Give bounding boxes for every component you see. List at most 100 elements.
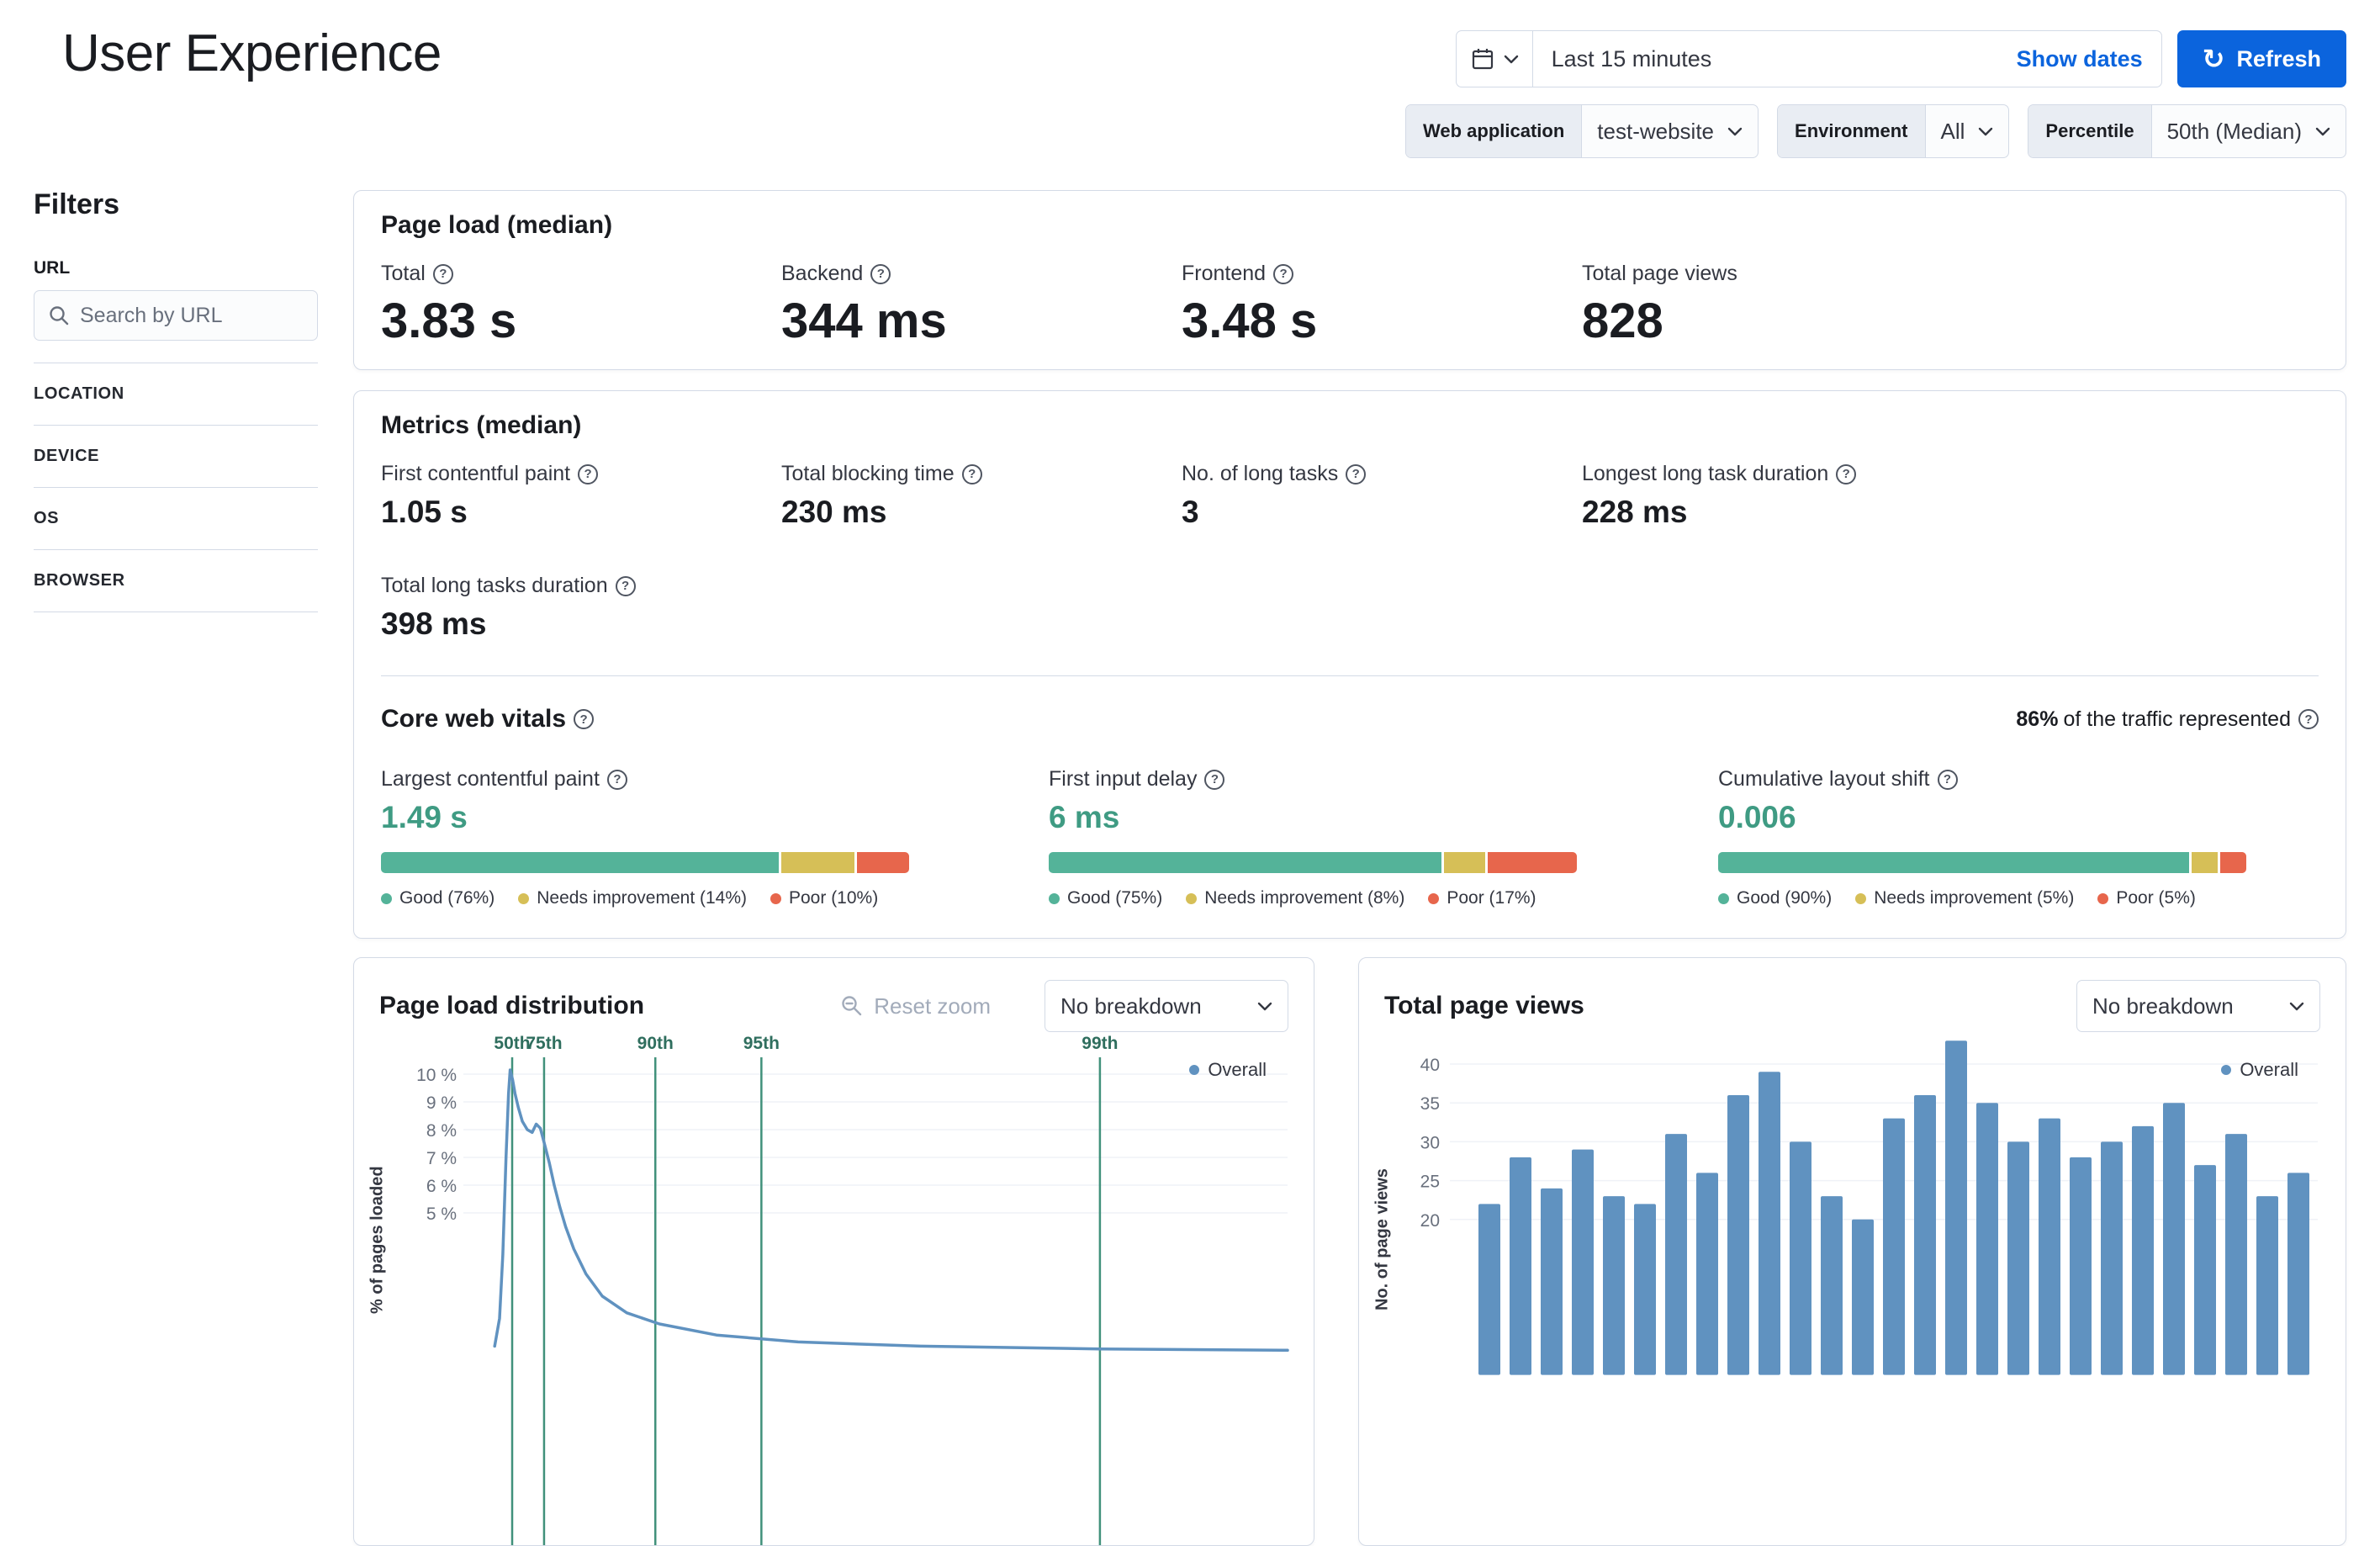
traffic-represented-note: 86% of the traffic represented ?	[2016, 707, 2319, 732]
global-filters-bar: Web application test-website Environment…	[1405, 104, 2346, 158]
vital-distribution-bar	[1049, 852, 1577, 873]
metric-value: 3.83 s	[381, 294, 517, 348]
web-application-label: Web application	[1406, 105, 1583, 157]
info-icon[interactable]: ?	[615, 575, 636, 596]
metric-label: Total blocking time	[781, 462, 955, 485]
super-date-picker: Last 15 minutes Show dates	[1455, 30, 2162, 87]
metrics-panel-title: Metrics (median)	[381, 411, 582, 439]
svg-text:9 %: 9 %	[426, 1093, 457, 1113]
time-range-value[interactable]: Last 15 minutes	[1533, 46, 1998, 72]
metric-label: Backend	[781, 262, 864, 285]
metric-value: 230 ms	[781, 495, 887, 529]
legend-needs-improvement: Needs improvement (5%)	[1855, 888, 2074, 908]
svg-text:30: 30	[1420, 1133, 1440, 1152]
environment-value: All	[1940, 118, 1965, 144]
percentile-label: Percentile	[2028, 105, 2152, 157]
breakdown-select[interactable]: No breakdown	[1045, 980, 1288, 1032]
vital-lcp: Largest contentful paint? 1.49 s Good (7…	[381, 767, 1049, 908]
chart-legend[interactable]: Overall	[1189, 1059, 1267, 1081]
info-icon[interactable]: ?	[2298, 709, 2319, 729]
refresh-icon: ↻	[2202, 44, 2225, 74]
date-picker-toolbar: Last 15 minutes Show dates ↻ Refresh	[1455, 30, 2346, 87]
search-input[interactable]	[80, 303, 304, 328]
quick-select-button[interactable]	[1457, 31, 1533, 87]
chart-legend[interactable]: Overall	[2221, 1059, 2298, 1081]
svg-text:10 %: 10 %	[416, 1066, 457, 1085]
svg-text:90th: 90th	[637, 1035, 674, 1053]
calendar-icon	[1472, 49, 1493, 70]
info-icon[interactable]: ?	[574, 709, 595, 729]
legend-needs-improvement: Needs improvement (8%)	[1186, 888, 1404, 908]
sidebar-item-os[interactable]: OS	[34, 488, 318, 550]
svg-text:40: 40	[1420, 1056, 1440, 1075]
show-dates-button[interactable]: Show dates	[1998, 46, 2161, 72]
metric-fcp: First contentful paint? 1.05 s	[381, 462, 781, 530]
y-axis-label: % of pages loaded	[368, 1166, 387, 1314]
legend-good: Good (75%)	[1049, 888, 1162, 908]
vital-label: Cumulative layout shift	[1718, 767, 1930, 791]
core-web-vitals-title: Core web vitals ?	[381, 705, 595, 733]
info-icon[interactable]: ?	[1204, 769, 1225, 790]
page-load-distribution-chart[interactable]: 10 % 9 % 8 % 7 % 6 % 5 % 50th75th 90th 95th 99th	[379, 1035, 1290, 1546]
filter-sections: LOCATION DEVICE OS BROWSER	[34, 363, 318, 612]
page-title: User Experience	[62, 24, 442, 82]
metric-value: 3.48 s	[1182, 294, 1318, 348]
metric-value: 398 ms	[381, 606, 487, 641]
divider	[381, 675, 2319, 676]
info-icon[interactable]: ?	[961, 463, 982, 484]
total-page-views-panel: Total page views No breakdown 40 35 30 25 20…	[1358, 957, 2346, 1546]
vital-label: Largest contentful paint	[381, 767, 600, 791]
metric-value: 344 ms	[781, 294, 947, 348]
svg-text:75th: 75th	[526, 1035, 562, 1053]
web-application-select[interactable]: Web application test-website	[1405, 104, 1759, 158]
percentile-select[interactable]: Percentile 50th (Median)	[2028, 104, 2346, 158]
info-icon[interactable]: ?	[578, 463, 599, 484]
environment-label: Environment	[1778, 105, 1926, 157]
refresh-button[interactable]: ↻ Refresh	[2176, 30, 2346, 87]
vital-label: First input delay	[1049, 767, 1198, 791]
environment-select[interactable]: Environment All	[1777, 104, 2010, 158]
total-page-views-title: Total page views	[1384, 992, 1584, 1019]
page-load-distribution-title: Page load distribution	[379, 992, 645, 1019]
sidebar-item-browser[interactable]: BROWSER	[34, 550, 318, 612]
info-icon[interactable]: ?	[1836, 463, 1857, 484]
total-page-views-chart[interactable]: 40 35 30 25 20	[1384, 1035, 2322, 1546]
metric-value: 228 ms	[1582, 495, 1688, 529]
info-icon[interactable]: ?	[1273, 263, 1294, 284]
svg-text:7 %: 7 %	[426, 1149, 457, 1168]
metric-label: Total	[381, 262, 426, 285]
vital-distribution-bar	[381, 852, 909, 873]
sidebar-item-location[interactable]: LOCATION	[34, 363, 318, 426]
info-icon[interactable]: ?	[432, 263, 453, 284]
metric-tbt: Total blocking time? 230 ms	[781, 462, 1182, 530]
metric-total-long-tasks-duration: Total long tasks duration? 398 ms	[381, 574, 781, 642]
metric-label: Total long tasks duration	[381, 574, 608, 597]
info-icon[interactable]: ?	[1346, 463, 1367, 484]
svg-text:5 %: 5 %	[426, 1205, 457, 1224]
breakdown-select[interactable]: No breakdown	[2076, 980, 2320, 1032]
metric-long-tasks: No. of long tasks? 3	[1182, 462, 1582, 530]
metric-label: Longest long task duration	[1582, 462, 1829, 485]
svg-text:95th: 95th	[743, 1035, 780, 1053]
vital-distribution-bar	[1718, 852, 2246, 873]
chevron-down-icon	[1727, 127, 1743, 135]
metric-value: 3	[1182, 495, 1199, 529]
page-load-panel: Page load (median) Total? 3.83 s Backend…	[353, 190, 2346, 370]
metric-label: Frontend	[1182, 262, 1267, 285]
url-search-box	[34, 290, 318, 341]
legend-good: Good (90%)	[1718, 888, 1832, 908]
metric-value: 1.05 s	[381, 495, 468, 529]
search-icon	[50, 306, 69, 326]
info-icon[interactable]: ?	[870, 263, 891, 284]
reset-zoom-button[interactable]: Reset zoom	[840, 993, 991, 1019]
svg-text:25: 25	[1420, 1173, 1440, 1192]
svg-text:8 %: 8 %	[426, 1121, 457, 1141]
filters-title: Filters	[34, 188, 120, 220]
legend-poor: Poor (17%)	[1428, 888, 1536, 908]
info-icon[interactable]: ?	[1937, 769, 1958, 790]
svg-text:20: 20	[1420, 1211, 1440, 1231]
vital-value: 6 ms	[1049, 800, 1120, 834]
sidebar-item-device[interactable]: DEVICE	[34, 426, 318, 488]
magnifier-minus-icon	[842, 996, 862, 1016]
info-icon[interactable]: ?	[606, 769, 627, 790]
